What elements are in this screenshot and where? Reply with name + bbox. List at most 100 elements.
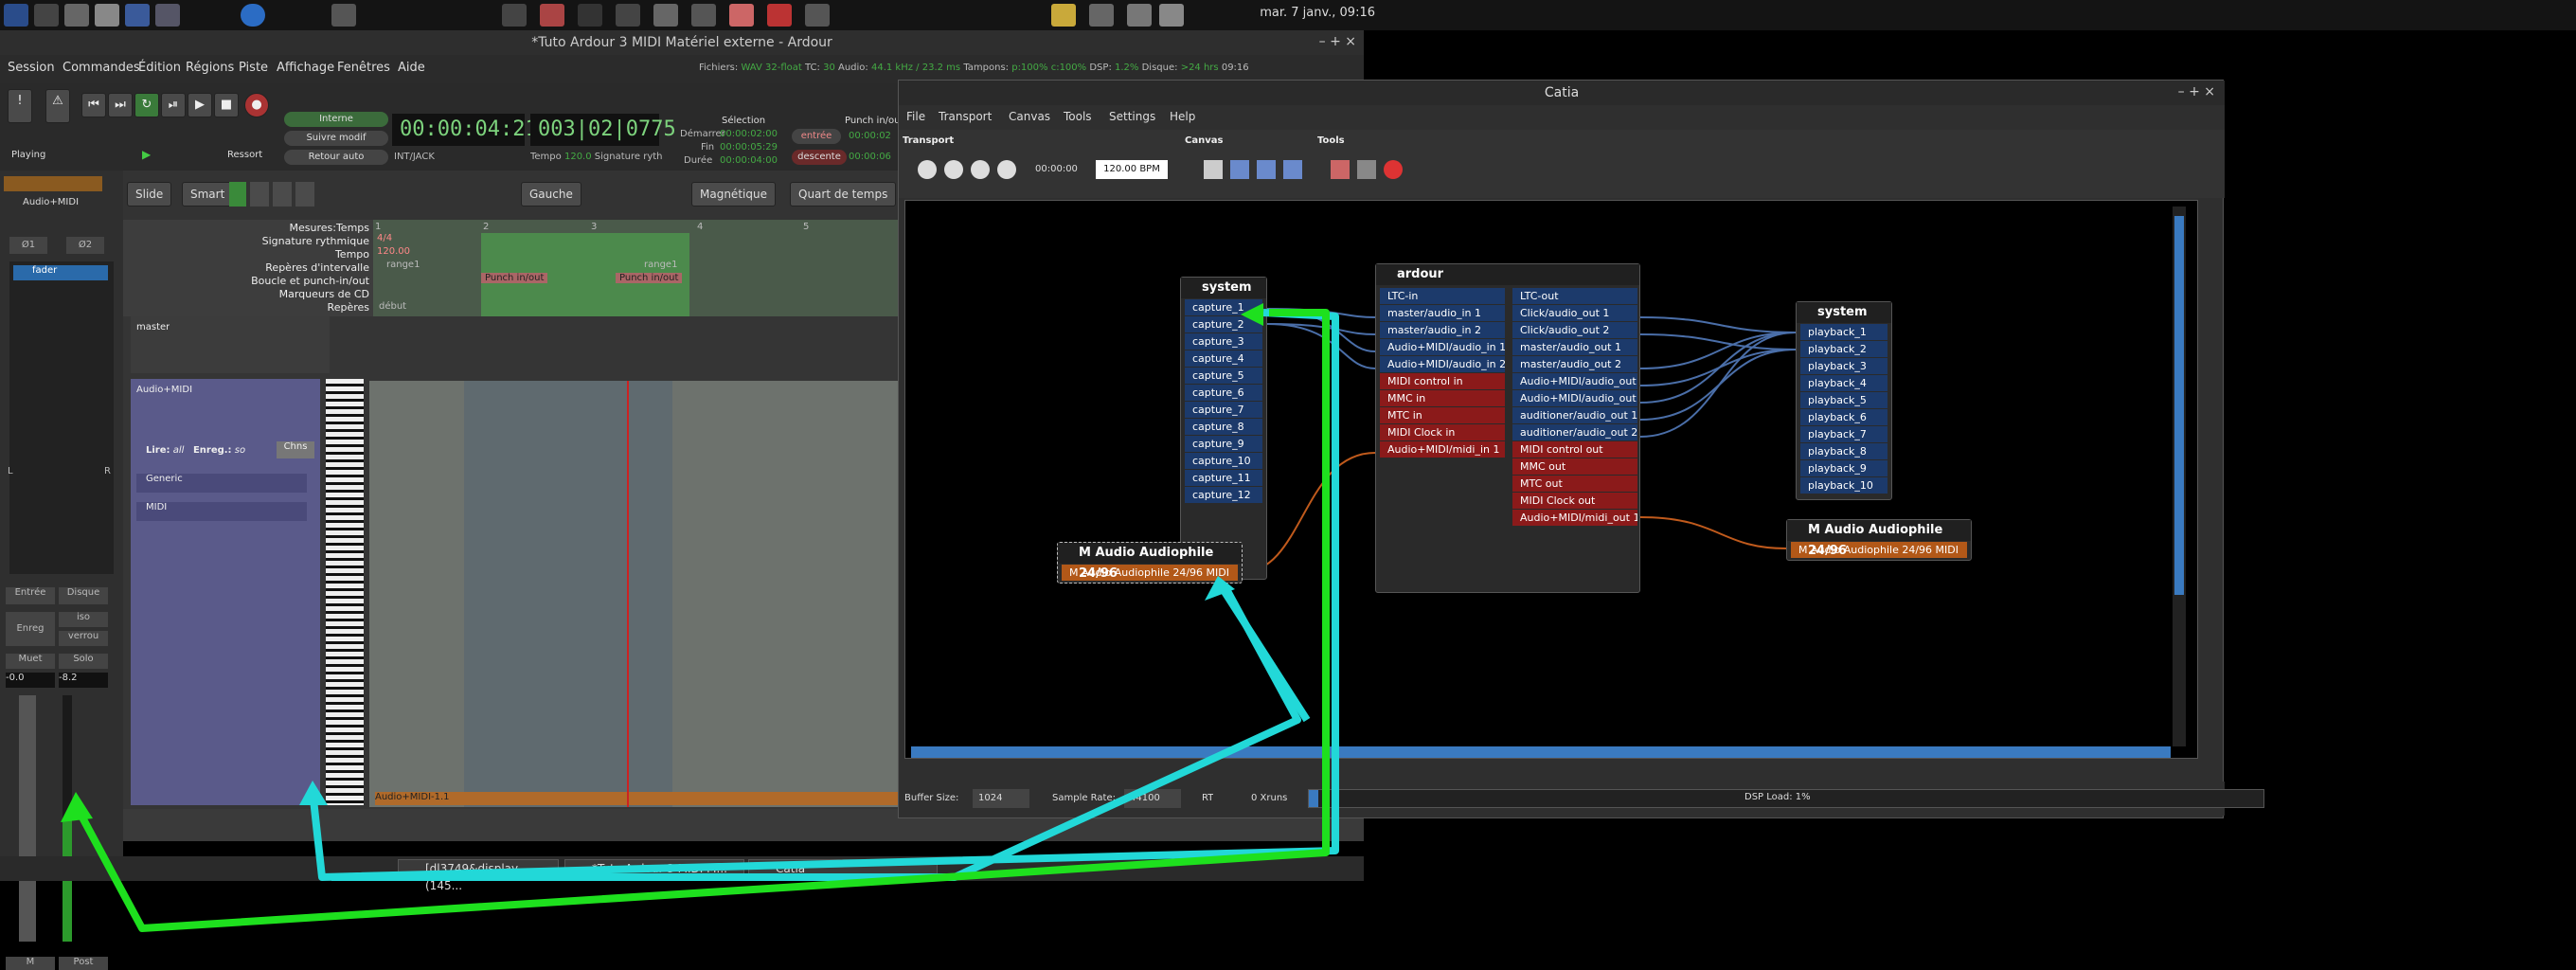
ressort-label[interactable]: Ressort <box>227 150 262 160</box>
catia-menu-canvas[interactable]: Canvas <box>1009 110 1050 123</box>
port-master-in-1[interactable]: master/audio_in 1 <box>1380 305 1505 321</box>
catia-menu-file[interactable]: File <box>906 110 925 123</box>
port-ltc-in[interactable]: LTC-in <box>1380 288 1505 304</box>
midi-track-header[interactable]: Audio+MIDI Lire: all Enreg.: so Chns Gen… <box>131 379 320 805</box>
punch-out-button[interactable]: descente <box>792 150 847 165</box>
zoom-fit-icon[interactable] <box>1230 160 1249 179</box>
menu-aide[interactable]: Aide <box>398 61 425 75</box>
duration-value[interactable]: 00:00:04:00 <box>720 155 778 166</box>
network-icon[interactable] <box>1089 4 1114 27</box>
port-playback-3[interactable]: playback_3 <box>1800 358 1887 374</box>
port-track-midi-in[interactable]: Audio+MIDI/midi_in 1 <box>1380 441 1505 458</box>
punch-marker-1[interactable]: Punch in/out <box>481 273 548 283</box>
playback-channels[interactable]: Lire: all Enreg.: so <box>146 445 245 456</box>
disk-button[interactable]: Disque <box>59 587 108 604</box>
port-capture-5[interactable]: capture_5 <box>1185 368 1262 384</box>
port-click-out-2[interactable]: Click/audio_out 2 <box>1512 322 1637 338</box>
port-midi-clock-in[interactable]: MIDI Clock in <box>1380 424 1505 440</box>
loop-button[interactable]: ↻ <box>134 93 159 117</box>
primary-clock[interactable]: 00:00:04:21 <box>392 114 538 146</box>
gain-fader[interactable] <box>19 695 36 942</box>
port-capture-7[interactable]: capture_7 <box>1185 402 1262 418</box>
system-capture-box[interactable]: system capture_1 capture_2 capture_3 cap… <box>1180 277 1267 580</box>
catia-menu-settings[interactable]: Settings <box>1109 110 1155 123</box>
text-editor-icon[interactable] <box>95 4 119 27</box>
app-icon[interactable] <box>767 4 792 27</box>
buffer-size-select[interactable]: 1024 <box>973 789 1029 808</box>
lock-button[interactable]: verrou <box>59 631 108 646</box>
ardour-icon[interactable] <box>540 4 564 27</box>
port-mmc-in[interactable]: MMC in <box>1380 390 1505 406</box>
catia-menu-transport[interactable]: Transport <box>939 110 992 123</box>
catia-window-controls[interactable]: – + × <box>2178 84 2215 99</box>
volume-icon[interactable] <box>616 4 640 27</box>
port-playback-2[interactable]: playback_2 <box>1800 341 1887 357</box>
port-capture-1[interactable]: capture_1 <box>1185 299 1262 315</box>
play-button[interactable]: ▶ <box>188 93 212 117</box>
iso-button[interactable]: iso <box>59 612 108 627</box>
grid-type-select[interactable]: Quart de temps <box>790 182 897 207</box>
strip-name[interactable]: Audio+MIDI <box>23 197 79 207</box>
port-mtc-in[interactable]: MTC in <box>1380 407 1505 423</box>
interne-button[interactable]: Interne <box>284 112 388 127</box>
gain-display[interactable]: -0.0 <box>6 673 55 688</box>
task-catia[interactable]: Catia <box>748 859 938 878</box>
port-playback-5[interactable]: playback_5 <box>1800 392 1887 408</box>
midi-track-name[interactable]: Audio+MIDI <box>136 385 192 395</box>
port-playback-6[interactable]: playback_6 <box>1800 409 1887 425</box>
port-capture-4[interactable]: capture_4 <box>1185 350 1262 367</box>
canvas-vscroll[interactable] <box>2173 207 2186 746</box>
settings-gear-icon[interactable] <box>331 4 356 27</box>
start-value[interactable]: 00:00:02:00 <box>720 129 778 139</box>
vlc-icon[interactable] <box>729 4 754 27</box>
end-value[interactable]: 00:00:05:29 <box>720 142 778 153</box>
port-midi-control-out[interactable]: MIDI control out <box>1512 441 1637 458</box>
channels-button[interactable]: Chns <box>277 441 314 458</box>
fader-processor[interactable]: fader <box>13 265 108 280</box>
port-track-out-2[interactable]: Audio+MIDI/audio_out 2 <box>1512 390 1637 406</box>
goto-start-button[interactable]: ⏮ <box>81 93 106 117</box>
menu-icon[interactable] <box>4 4 28 27</box>
rec-button[interactable]: Enreg <box>6 612 55 646</box>
catia-play-button[interactable] <box>918 160 937 179</box>
bpm-field[interactable]: 120.00 BPM <box>1096 160 1168 179</box>
midnam-select[interactable]: Generic <box>136 474 307 493</box>
menu-affichage[interactable]: Affichage <box>277 61 334 75</box>
range-marker-1[interactable]: range1 <box>386 260 420 270</box>
task-terminal[interactable]: [dl3749&display (145... <box>398 859 559 892</box>
port-capture-11[interactable]: capture_11 <box>1185 470 1262 486</box>
configure-icon[interactable] <box>1331 160 1350 179</box>
display-icon[interactable] <box>125 4 150 27</box>
screenshot-icon[interactable] <box>653 4 678 27</box>
patchbay-canvas[interactable]: system capture_1 capture_2 capture_3 cap… <box>904 200 2198 759</box>
port-ltc-out[interactable]: LTC-out <box>1512 288 1637 304</box>
canvas-hscroll[interactable] <box>911 746 2171 758</box>
meter-point-button[interactable]: M <box>6 957 55 970</box>
xruns-label[interactable]: 0 Xruns <box>1251 793 1287 803</box>
maudio-playback-box[interactable]: M Audio Audiophile 24/96 M Audio Audioph… <box>1786 519 1972 561</box>
catia-forward-button[interactable] <box>997 160 1016 179</box>
terminal-icon[interactable] <box>34 4 59 27</box>
canvas-arrange-icon[interactable] <box>1204 160 1223 179</box>
menu-edition[interactable]: Édition <box>138 61 181 75</box>
port-playback-4[interactable]: playback_4 <box>1800 375 1887 391</box>
port-midi-clock-out[interactable]: MIDI Clock out <box>1512 493 1637 509</box>
master-track-header[interactable]: master <box>131 316 330 373</box>
port-master-out-2[interactable]: master/audio_out 2 <box>1512 356 1637 372</box>
port-capture-9[interactable]: capture_9 <box>1185 436 1262 452</box>
port-mmc-out[interactable]: MMC out <box>1512 458 1637 475</box>
play-range-button[interactable]: ⏯ <box>161 93 186 117</box>
tempo-marker[interactable]: 120.00 <box>377 246 410 257</box>
processor-box[interactable]: fader <box>9 261 114 574</box>
port-capture-3[interactable]: capture_3 <box>1185 333 1262 350</box>
port-click-out-1[interactable]: Click/audio_out 1 <box>1512 305 1637 321</box>
record-icon[interactable] <box>1384 160 1403 179</box>
pen-icon[interactable] <box>805 4 830 27</box>
meter-marker[interactable]: 4/4 <box>377 233 392 243</box>
tools-wrench-icon[interactable] <box>1357 160 1376 179</box>
port-capture-8[interactable]: capture_8 <box>1185 419 1262 435</box>
smart-mode-button[interactable]: Smart <box>182 182 234 207</box>
stop-button[interactable]: ■ <box>214 93 239 117</box>
range-marker-2[interactable]: range1 <box>644 260 677 270</box>
suivre-button[interactable]: Suivre modif <box>284 131 388 146</box>
